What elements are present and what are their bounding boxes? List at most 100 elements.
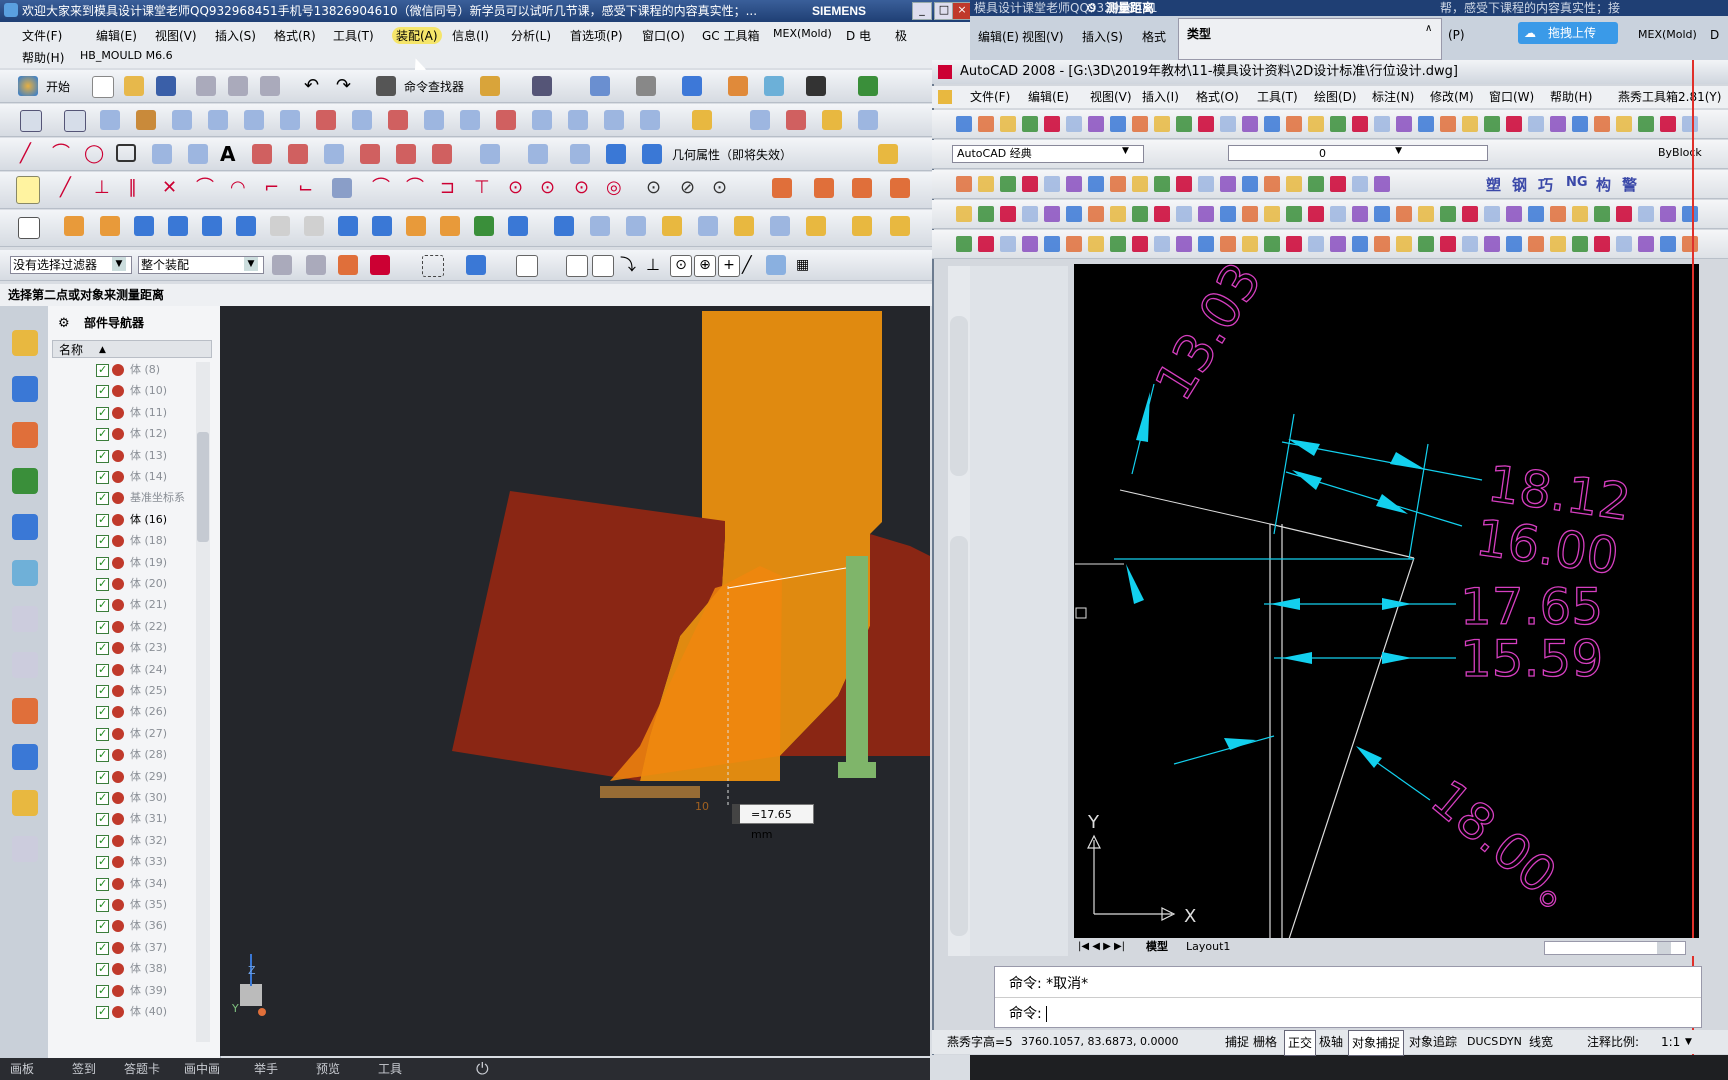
visibility-checkbox[interactable] — [96, 895, 109, 915]
toolbar-tool-icon[interactable] — [1660, 116, 1676, 132]
tangent-snap-icon[interactable]: ⤵ — [620, 255, 640, 275]
toolbar-tool-icon[interactable] — [1176, 206, 1192, 222]
bg-menu-p[interactable]: (P) — [1448, 28, 1465, 42]
visibility-checkbox[interactable] — [96, 510, 109, 530]
palette-scroll-upper[interactable] — [950, 316, 968, 476]
tb-char-ng[interactable]: NG — [1566, 175, 1588, 190]
dynamic-icon[interactable] — [858, 110, 878, 130]
status-snap[interactable]: 捕捉 — [1222, 1030, 1252, 1054]
menu-hb-mould[interactable]: HB_MOULD M6.6 — [80, 49, 173, 62]
toolbar-tool-icon[interactable] — [1176, 176, 1192, 192]
menu-insert[interactable]: 插入(S) — [215, 27, 256, 44]
sketch-rect-icon[interactable] — [20, 110, 42, 132]
grid-snap-icon[interactable]: ▦ — [796, 255, 816, 275]
mold-surface-icon[interactable] — [604, 110, 624, 130]
menu-tools[interactable]: 工具(T) — [333, 27, 374, 44]
toolbar-tool-icon[interactable] — [1616, 206, 1632, 222]
snap-icon[interactable] — [16, 176, 40, 204]
ac-menu-draw[interactable]: 绘图(D) — [1314, 86, 1357, 108]
toolbar-tool-icon[interactable] — [1418, 206, 1434, 222]
mirror-body-icon[interactable] — [770, 216, 790, 236]
toolbar-tool-icon[interactable] — [1000, 236, 1016, 252]
chevron-down-icon[interactable]: ▼ — [112, 257, 126, 271]
toolbar-tool-icon[interactable] — [1242, 116, 1258, 132]
system-scenes-icon[interactable] — [12, 790, 38, 816]
spline-icon[interactable] — [152, 144, 172, 164]
menu-gc-toolbox[interactable]: GC 工具箱 — [702, 27, 760, 44]
ellipse-icon[interactable]: ◎ — [606, 178, 626, 198]
toolbar-tool-icon[interactable] — [1440, 236, 1456, 252]
toolbar-tool-icon[interactable] — [1132, 116, 1148, 132]
visibility-checkbox[interactable] — [96, 724, 109, 744]
status-dyn[interactable]: DYN — [1496, 1030, 1525, 1054]
visibility-checkbox[interactable] — [96, 360, 109, 380]
toolbar-tool-icon[interactable] — [1088, 206, 1104, 222]
trim-icon[interactable] — [316, 110, 336, 130]
ac-menu-modify[interactable]: 修改(M) — [1430, 86, 1474, 108]
toolbar-tool-icon[interactable] — [1484, 116, 1500, 132]
bg-menu-view[interactable]: 视图(V) — [1022, 28, 1064, 45]
part-navigator-icon[interactable] — [12, 422, 38, 448]
table-icon[interactable] — [878, 144, 898, 164]
weld-icon[interactable] — [662, 216, 682, 236]
annotation-scale-value[interactable]: 1:1 — [1658, 1030, 1683, 1054]
visibility-checkbox[interactable] — [96, 981, 109, 1001]
toolbar-tool-icon[interactable] — [1220, 116, 1236, 132]
isoparametric-icon[interactable] — [528, 144, 548, 164]
face-select-icon[interactable] — [466, 255, 486, 275]
toolbar-tool-icon[interactable] — [1198, 236, 1214, 252]
trim-body-icon[interactable] — [406, 216, 426, 236]
check-icon[interactable] — [750, 110, 770, 130]
copy-icon[interactable] — [228, 76, 248, 96]
geometry-props-icon[interactable] — [642, 144, 662, 164]
toolbar-tool-icon[interactable] — [1352, 236, 1368, 252]
visibility-checkbox[interactable] — [96, 638, 109, 658]
status-polar[interactable]: 极轴 — [1316, 1030, 1346, 1054]
toolbar-tool-icon[interactable] — [1308, 176, 1324, 192]
web-browser-icon[interactable] — [12, 514, 38, 540]
ac-menu-tools[interactable]: 工具(T) — [1257, 86, 1298, 108]
section-icon[interactable] — [570, 144, 590, 164]
toolbar-tool-icon[interactable] — [1242, 206, 1258, 222]
toolbar-tool-icon[interactable] — [1110, 236, 1126, 252]
toolbar-tool-icon[interactable] — [1088, 236, 1104, 252]
minimize-button[interactable]: _ — [912, 2, 932, 20]
save-icon[interactable] — [156, 76, 176, 96]
lifter-icon[interactable] — [168, 216, 188, 236]
angle-pin-head[interactable] — [838, 762, 876, 778]
answer-card-button[interactable]: 答题卡 — [124, 1058, 160, 1080]
menu-extra[interactable]: 极 — [895, 27, 907, 44]
deviation-icon[interactable] — [786, 110, 806, 130]
extract-icon[interactable] — [480, 144, 500, 164]
angle-icon[interactable]: ⊘ — [680, 178, 700, 198]
toolbar-tool-icon[interactable] — [1066, 206, 1082, 222]
fit-view-icon[interactable] — [590, 76, 610, 96]
visibility-checkbox[interactable] — [96, 553, 109, 573]
toolbar-tool-icon[interactable] — [978, 116, 994, 132]
center-snap-icon[interactable]: ⊙ — [670, 255, 692, 277]
toolbar-tool-icon[interactable] — [1198, 176, 1214, 192]
ac-menu-view[interactable]: 视图(V) — [1090, 86, 1132, 108]
toolbar-tool-icon[interactable] — [1022, 206, 1038, 222]
toolbar-tool-icon[interactable] — [1330, 176, 1346, 192]
extend-corner-icon[interactable]: ⊤ — [474, 178, 494, 198]
fill-icon[interactable] — [692, 110, 712, 130]
reuse-library-icon[interactable] — [12, 468, 38, 494]
tools-button[interactable]: 工具 — [378, 1058, 402, 1080]
mold-base-icon[interactable] — [64, 216, 84, 236]
toolbar-tool-icon[interactable] — [1198, 116, 1214, 132]
drawing-icon[interactable] — [474, 216, 494, 236]
tb-char-plastic[interactable]: 塑 — [1486, 174, 1501, 195]
toolbar-tool-icon[interactable] — [1088, 116, 1104, 132]
sphere-icon[interactable] — [890, 178, 910, 198]
endpoint-snap-icon[interactable] — [516, 255, 538, 277]
command-finder-icon[interactable] — [376, 76, 396, 96]
clock-icon[interactable] — [12, 606, 38, 632]
cross-icon[interactable]: ✕ — [162, 178, 182, 198]
toolbar-tool-icon[interactable] — [1418, 116, 1434, 132]
toolbar-tool-icon[interactable] — [1132, 236, 1148, 252]
snap-point-icon[interactable] — [338, 255, 358, 275]
tab-model[interactable]: 模型 — [1146, 938, 1168, 956]
visibility-checkbox[interactable] — [96, 531, 109, 551]
sweep-icon[interactable] — [208, 110, 228, 130]
